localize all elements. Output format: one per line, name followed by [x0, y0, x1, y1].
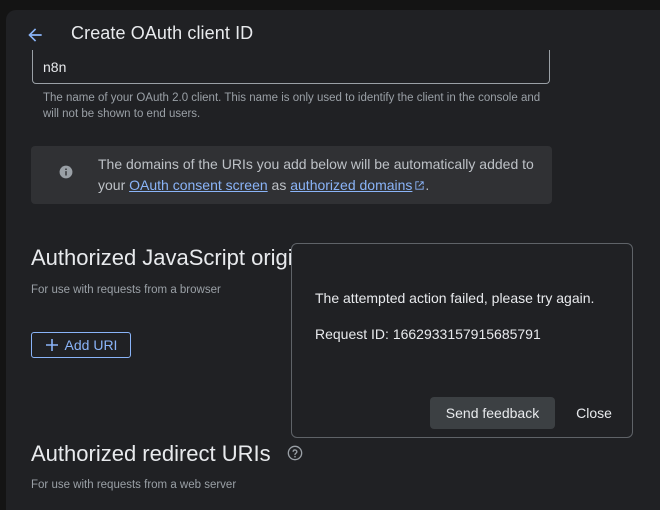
error-dialog: The attempted action failed, please try … — [291, 243, 633, 438]
info-text-part: . — [425, 177, 430, 193]
redirect-uris-subtitle: For use with requests from a web server — [31, 479, 237, 491]
help-icon[interactable] — [287, 445, 303, 461]
add-uri-label: Add URI — [64, 337, 118, 353]
plus-icon — [45, 339, 58, 351]
page-title: Create OAuth client ID — [71, 23, 254, 43]
external-link-icon — [415, 181, 425, 190]
error-message: The attempted action failed, please try … — [315, 290, 595, 306]
info-text-part: as — [267, 177, 291, 193]
info-banner-text: The domains of the URIs you add below wi… — [98, 154, 538, 196]
request-id: Request ID: 1662933157915685791 — [315, 326, 541, 342]
client-name-input[interactable]: n8n — [32, 50, 550, 84]
js-origins-title: Authorized JavaScript origins — [31, 245, 316, 270]
close-button[interactable]: Close — [564, 397, 624, 429]
js-origins-subtitle: For use with requests from a browser — [31, 284, 221, 296]
info-icon — [59, 165, 73, 179]
info-banner: The domains of the URIs you add below wi… — [31, 146, 552, 204]
redirect-uris-title: Authorized redirect URIs — [31, 441, 271, 466]
send-feedback-button[interactable]: Send feedback — [430, 397, 555, 429]
back-button[interactable] — [20, 20, 50, 50]
client-name-value: n8n — [43, 59, 67, 75]
arrow-back-icon — [28, 28, 42, 42]
oauth-consent-screen-link[interactable]: OAuth consent screen — [129, 177, 268, 193]
add-uri-button[interactable]: Add URI — [31, 332, 131, 358]
authorized-domains-link[interactable]: authorized domains — [290, 177, 412, 193]
client-name-hint: The name of your OAuth 2.0 client. This … — [43, 92, 541, 120]
